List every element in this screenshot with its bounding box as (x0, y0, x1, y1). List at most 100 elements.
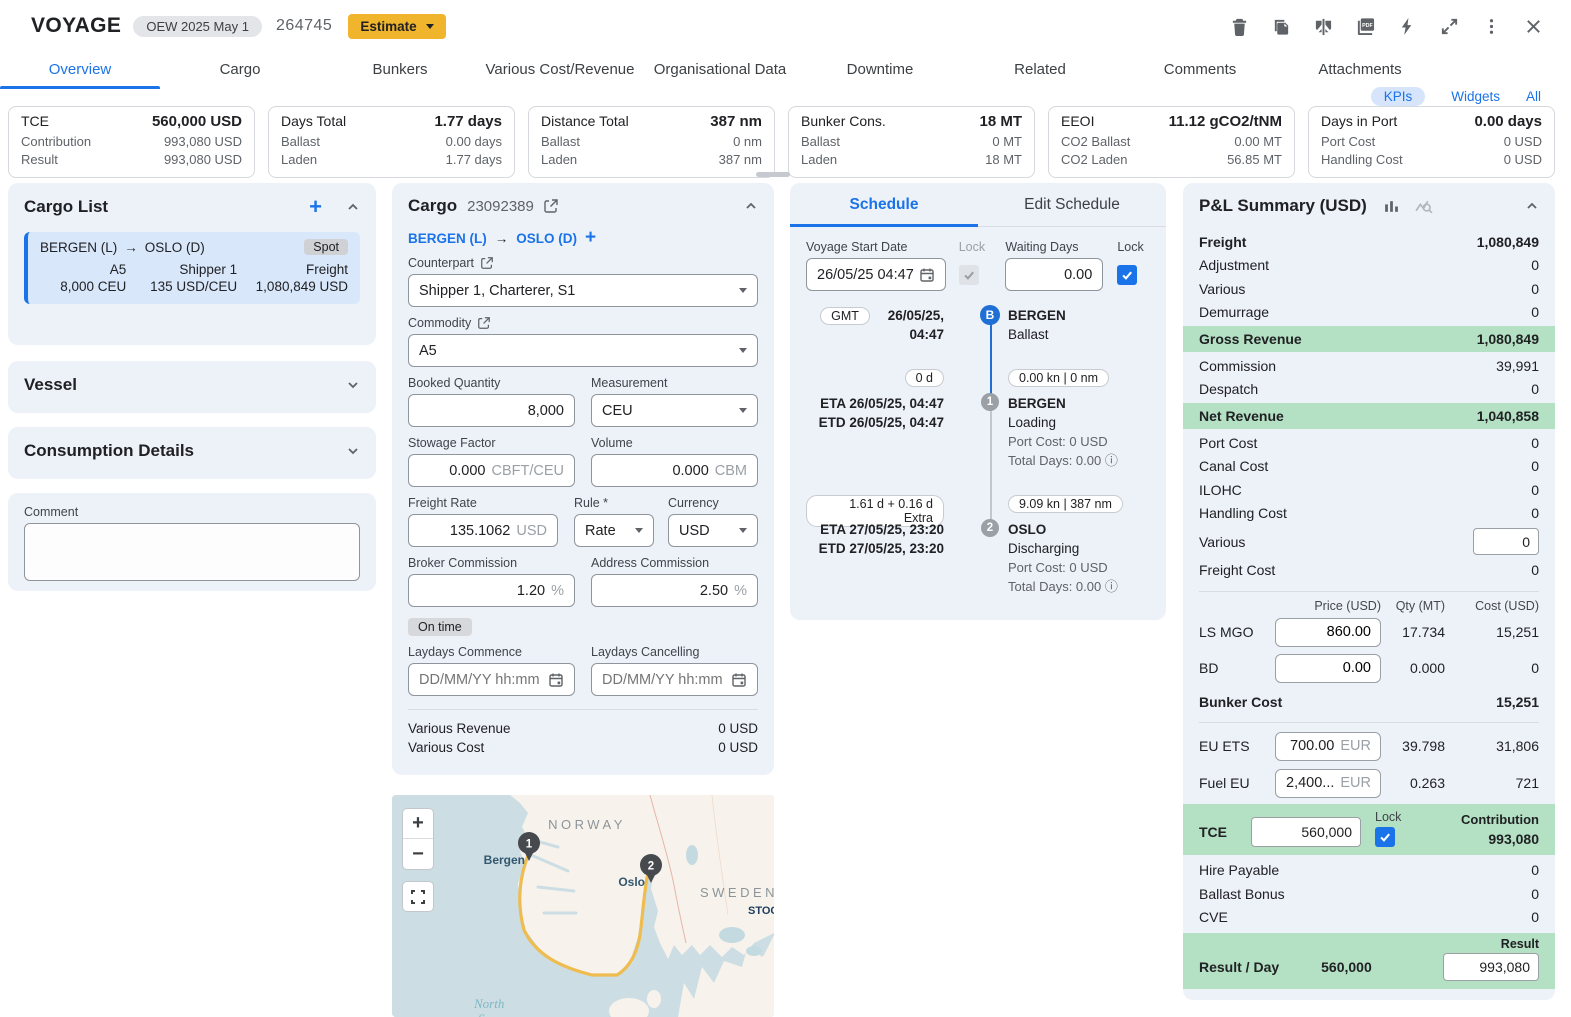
chart-analysis-icon[interactable] (1414, 197, 1433, 216)
tab-cargo[interactable]: Cargo (160, 52, 320, 89)
more-menu-icon[interactable] (1482, 17, 1501, 36)
pnl-various-input[interactable] (1473, 528, 1539, 555)
commodity-select[interactable]: A5 (408, 334, 758, 367)
fuel-eu-price-field[interactable]: 2,400...EUR (1275, 769, 1381, 798)
voyage-start-date-field[interactable] (806, 258, 946, 291)
add-cargo-icon[interactable]: + (309, 198, 322, 216)
route-map[interactable]: NORWAY SWEDEN STOC Bergen Oslo North Sea… (392, 795, 774, 1017)
tab-various-cost-revenue[interactable]: Various Cost/Revenue (480, 52, 640, 89)
schedule-panel: Schedule Edit Schedule Voyage Start Date… (790, 183, 1166, 620)
quick-actions-icon[interactable] (1398, 17, 1417, 36)
open-cargo-icon[interactable] (543, 198, 559, 214)
lsmgo-price-input[interactable] (1285, 624, 1371, 640)
stowage-factor-field[interactable]: 0.000CBFT/CEU (408, 454, 575, 487)
calendar-icon[interactable] (919, 267, 935, 283)
timeline-node-2[interactable]: 2 (981, 519, 999, 537)
map-label-norway: NORWAY (548, 817, 626, 832)
cargo-panel: Cargo 23092389 BERGEN (L) → OSLO (D) + C… (392, 183, 774, 775)
result-input[interactable] (1443, 953, 1539, 981)
tab-comments[interactable]: Comments (1120, 52, 1280, 89)
divider (408, 709, 758, 710)
map-fullscreen-button[interactable] (402, 881, 434, 912)
tab-bunkers[interactable]: Bunkers (320, 52, 480, 89)
laydays-cancelling-field[interactable] (591, 663, 758, 696)
waiting-days-input[interactable] (1016, 267, 1092, 283)
compare-icon[interactable] (1314, 17, 1333, 36)
result-per-day-label: Result / Day (1199, 959, 1279, 975)
tab-attachments[interactable]: Attachments (1280, 52, 1440, 89)
broker-commission-field[interactable]: 1.20% (408, 574, 575, 607)
calendar-icon[interactable] (548, 672, 564, 688)
tab-overview[interactable]: Overview (0, 52, 160, 89)
pnl-row-freight: Freight1,080,849 (1199, 230, 1539, 254)
caret-down-icon (426, 24, 434, 29)
calendar-icon[interactable] (731, 672, 747, 688)
tab-organisational-data[interactable]: Organisational Data (640, 52, 800, 89)
pnl-row-canal-cost: Canal Cost0 (1199, 455, 1539, 479)
zoom-in-button[interactable]: + (403, 809, 433, 839)
bd-price-field[interactable] (1275, 654, 1381, 683)
chevron-up-icon[interactable] (744, 199, 758, 213)
lock-start-checkbox[interactable] (959, 265, 979, 285)
tce-input[interactable] (1251, 817, 1361, 847)
expand-icon[interactable] (1440, 17, 1459, 36)
address-commission-field[interactable]: 2.50% (591, 574, 758, 607)
chevron-down-icon[interactable] (346, 378, 360, 392)
volume-label: Volume (591, 436, 758, 450)
resize-handle[interactable] (756, 172, 790, 177)
currency-select[interactable]: USD (668, 514, 758, 547)
freight-rate-field[interactable]: 135.1062USD (408, 514, 558, 547)
pnl-row-various-editable: Various (1199, 525, 1539, 558)
copy-icon[interactable] (1272, 17, 1291, 36)
volume-field[interactable]: 0.000CBM (591, 454, 758, 487)
load-port-link[interactable]: BERGEN (L) (408, 231, 487, 246)
tab-schedule[interactable]: Schedule (790, 183, 978, 226)
laydays-commence-field[interactable] (408, 663, 575, 696)
cargo-list-item[interactable]: BERGEN (L) → OSLO (D) Spot A5 Shipper 1 … (24, 232, 360, 304)
export-pdf-icon[interactable]: PDF (1356, 17, 1375, 36)
tce-lock-checkbox[interactable] (1375, 827, 1395, 847)
toggle-all[interactable]: All (1526, 89, 1541, 104)
counterpart-select[interactable]: Shipper 1, Charterer, S1 (408, 274, 758, 307)
bd-price-input[interactable] (1285, 660, 1371, 676)
info-icon[interactable]: ⓘ (1105, 453, 1118, 468)
delete-icon[interactable] (1230, 17, 1249, 36)
rule-select[interactable]: Rate (574, 514, 654, 547)
external-link-icon[interactable] (477, 316, 491, 330)
bar-chart-icon[interactable] (1383, 198, 1400, 215)
laydays-cancelling-input[interactable] (602, 672, 731, 688)
waiting-days-field[interactable] (1005, 258, 1103, 291)
tab-downtime[interactable]: Downtime (800, 52, 960, 89)
tab-edit-schedule[interactable]: Edit Schedule (978, 183, 1166, 226)
chevron-up-icon[interactable] (346, 200, 360, 214)
timeline-node-1[interactable]: 1 (981, 393, 999, 411)
booked-quantity-input[interactable] (419, 403, 564, 419)
timeline-node-start[interactable]: B (980, 305, 1000, 325)
lock-waiting-checkbox[interactable] (1117, 265, 1137, 285)
comment-textarea[interactable] (24, 523, 360, 581)
select-arrow-icon (739, 348, 747, 353)
zoom-out-button[interactable]: − (403, 839, 433, 869)
toggle-kpis[interactable]: KPIs (1371, 87, 1426, 106)
bunker-table-header: Price (USD) Qty (MT) Cost (USD) (1199, 599, 1539, 613)
booked-quantity-field[interactable] (408, 394, 575, 427)
estimate-dropdown-button[interactable]: Estimate (348, 14, 445, 39)
external-link-icon[interactable] (480, 256, 494, 270)
eu-row-ets: EU ETS 700.00EUR 39.798 31,806 (1199, 732, 1539, 761)
eu-ets-price-field[interactable]: 700.00EUR (1275, 732, 1381, 761)
measurement-select[interactable]: CEU (591, 394, 758, 427)
close-icon[interactable] (1524, 17, 1543, 36)
lsmgo-price-field[interactable] (1275, 618, 1381, 647)
header-toolbar: PDF (1230, 17, 1543, 36)
info-icon[interactable]: ⓘ (1105, 579, 1118, 594)
chevron-down-icon[interactable] (346, 444, 360, 458)
toggle-widgets[interactable]: Widgets (1451, 89, 1500, 104)
voyage-start-date-input[interactable] (817, 267, 919, 283)
discharge-port-link[interactable]: OSLO (D) (516, 231, 577, 246)
svg-text:1: 1 (526, 839, 533, 851)
counterpart-label: Counterpart (408, 256, 474, 270)
add-port-icon[interactable]: + (585, 229, 596, 247)
chevron-up-icon[interactable] (1525, 199, 1539, 213)
laydays-commence-input[interactable] (419, 672, 548, 688)
tab-related[interactable]: Related (960, 52, 1120, 89)
